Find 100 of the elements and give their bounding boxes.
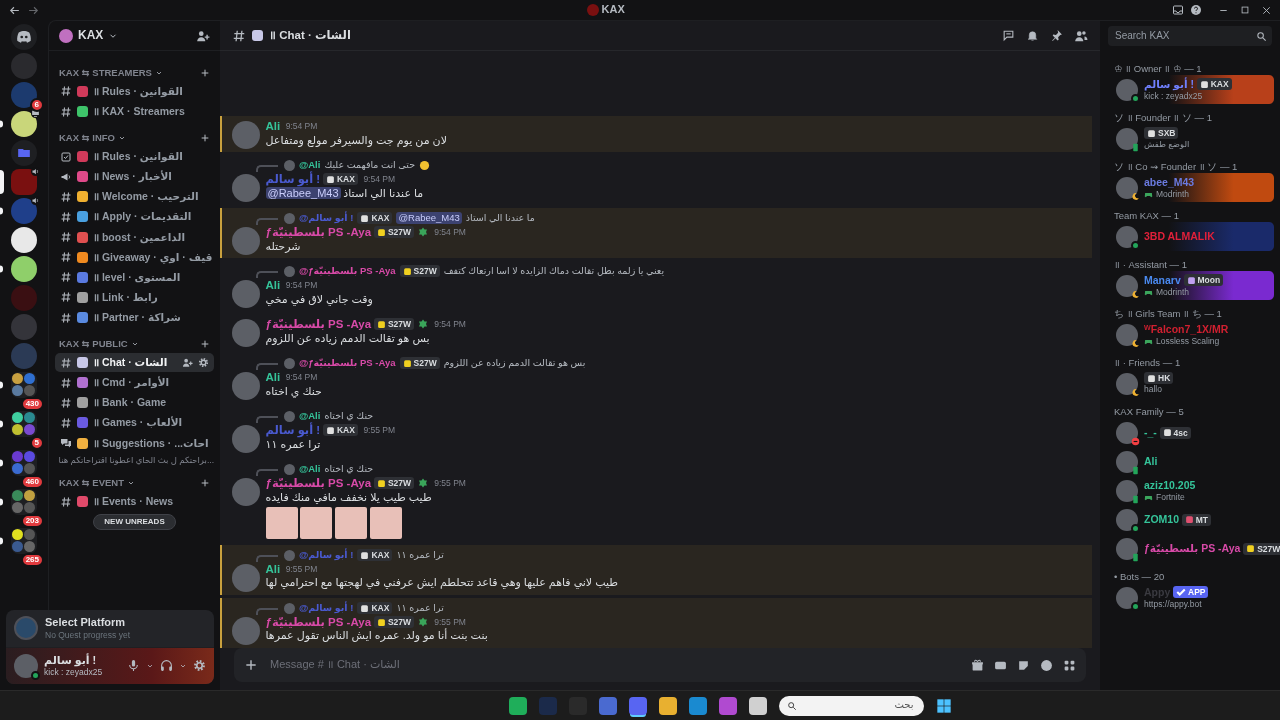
gift-icon[interactable] — [971, 658, 984, 672]
author-name[interactable]: ƒبلسطينيّة PS -Aya — [265, 317, 372, 332]
add-channel-icon[interactable] — [200, 339, 210, 350]
author-name[interactable]: ƒبلسطينيّة PS -Aya — [265, 225, 372, 240]
settings-icon[interactable] — [198, 357, 209, 369]
author-name[interactable]: ƒبلسطينيّة PS -Aya — [265, 615, 372, 630]
message-text: وقت جاني لاق في مخي — [265, 292, 374, 307]
category-name[interactable]: KAX ⇆ EVENT — [59, 477, 124, 490]
server-icon[interactable] — [12, 424, 23, 435]
channel-item[interactable]: ॥ Link · رابط — [55, 287, 214, 307]
message-composer[interactable]: Message # ॥ Chat · الشات — [234, 648, 1086, 682]
message-text: شرحتله — [265, 239, 302, 254]
category-name[interactable]: KAX ⇆ INFO — [59, 132, 115, 144]
taskbar-app-icon[interactable] — [748, 696, 767, 715]
settings-icon[interactable] — [193, 659, 206, 673]
server-icon[interactable] — [11, 227, 37, 253]
server-icon[interactable] — [12, 412, 23, 423]
taskbar-app-icon[interactable] — [508, 696, 527, 715]
reply-connector — [256, 468, 278, 476]
channel-item[interactable]: ॥ Rules · القوانين — [55, 147, 214, 167]
channel-item[interactable]: ॥ News · الأخبار — [55, 167, 214, 187]
taskbar-app-icon[interactable] — [658, 696, 677, 715]
server-icon[interactable] — [24, 490, 35, 501]
close-icon[interactable] — [1261, 4, 1272, 16]
invite-member-icon[interactable] — [182, 357, 193, 369]
channel-item[interactable]: ॥ Partner · شراكة — [55, 308, 214, 328]
channel-item[interactable]: ॥ Games · الألعاب — [55, 413, 214, 433]
server-name[interactable]: KAX — [78, 28, 104, 43]
reply-author[interactable]: @ƒبلسطينيّة PS -Aya — [299, 265, 396, 278]
photo-placeholder[interactable] — [300, 507, 333, 539]
home-button[interactable] — [11, 24, 37, 50]
add-channel-icon[interactable] — [200, 133, 210, 144]
message-input[interactable]: Message # ॥ Chat · الشات — [268, 657, 961, 673]
category-name[interactable]: KAX ⇆ PUBLIC — [59, 338, 128, 350]
channel-item[interactable]: ॥ level · المستوى — [55, 267, 214, 287]
members-icon[interactable] — [1074, 28, 1088, 43]
server-folder[interactable] — [11, 489, 37, 515]
headphones-icon[interactable] — [160, 659, 173, 673]
server-icon — [59, 28, 73, 43]
reply-author[interactable]: @Ali — [299, 159, 321, 172]
channel-item[interactable]: ॥ Bank · Game — [55, 393, 214, 413]
quest-title[interactable]: Select Platform — [45, 616, 131, 630]
bell-icon[interactable] — [1026, 28, 1039, 42]
reply-author[interactable]: @Ali — [299, 463, 321, 476]
server-folder[interactable] — [11, 528, 37, 554]
threads-icon[interactable] — [1002, 28, 1015, 42]
sticker-icon[interactable] — [1017, 658, 1030, 672]
quest-subtitle: No Quest progress yet — [45, 630, 131, 641]
member-name: abee_M43 — [1144, 175, 1195, 189]
reply-author[interactable]: @Ali — [299, 410, 321, 423]
author-name[interactable]: Ali — [265, 370, 281, 385]
message-text: طيب لاني فاهم عليها وهي قاعد تتحلطم ايش عرفني في لهجتها مع احترامي لها — [265, 576, 620, 591]
pin-icon[interactable] — [1050, 28, 1063, 42]
channel-item[interactable]: ॥ Chat · الشات — [55, 353, 214, 373]
help-icon[interactable] — [1189, 4, 1202, 16]
server-folder[interactable] — [11, 372, 37, 398]
thread-link[interactable]: ...براحتكم ل بث الحاي اعطونا اقتراحاتكم هنا — [55, 453, 214, 467]
channel-item[interactable]: ॥ Giveaway · قيف · اوي — [55, 247, 214, 267]
server-icon[interactable] — [12, 373, 23, 384]
channel-item[interactable]: ॥ Events · News — [55, 492, 214, 512]
channel-item[interactable]: ॥ KAX · Streamers — [55, 102, 214, 122]
channel-item[interactable]: ॥ Suggestions · ...احات — [55, 433, 214, 453]
taskbar-app-icon[interactable] — [688, 696, 707, 715]
microphone-icon[interactable] — [127, 659, 140, 673]
invite-member-icon[interactable] — [196, 28, 210, 43]
author-name[interactable]: ƒبلسطينيّة PS -Aya — [265, 476, 372, 491]
attach-plus-icon[interactable] — [244, 658, 258, 672]
window-title: KAX — [601, 3, 625, 17]
photo-placeholder[interactable] — [265, 507, 298, 539]
start-icon[interactable] — [935, 697, 952, 714]
new-unreads-button[interactable]: NEW UNREADS — [93, 514, 176, 531]
search-input[interactable]: Search KAX — [1113, 28, 1256, 44]
category-name[interactable]: KAX ⇆ STREAMERS — [59, 67, 152, 79]
channel-item[interactable]: ॥ Apply · التقديمات — [55, 207, 214, 227]
author-name[interactable]: Ali — [265, 278, 281, 293]
add-channel-icon[interactable] — [200, 67, 210, 78]
add-channel-icon[interactable] — [200, 478, 210, 489]
photo-placeholder[interactable] — [369, 507, 402, 539]
server-folder[interactable] — [11, 411, 37, 437]
apps-icon[interactable] — [1063, 658, 1076, 672]
author-name[interactable]: Ali — [265, 562, 281, 577]
user-mention[interactable]: @Rabee_M43 — [396, 212, 462, 225]
server-icon[interactable] — [11, 256, 37, 282]
channel-item[interactable]: ॥ Cmd · الأوامر — [55, 373, 214, 393]
channel-item[interactable]: ॥ Welcome · الترحيب — [55, 187, 214, 207]
member-group-title: ち ॥ Girls Team ॥ ち — 1 — [1113, 307, 1223, 320]
hash-icon — [60, 291, 72, 304]
maximize-icon[interactable] — [1240, 4, 1250, 15]
channel-item[interactable]: ॥ Rules · القوانين — [55, 81, 214, 101]
taskbar-search-field[interactable]: بحث — [778, 695, 924, 716]
inbox-icon[interactable] — [1172, 4, 1184, 16]
channel-item[interactable]: ॥ boost · الداعمين — [55, 227, 214, 247]
author-name[interactable]: Ali — [265, 119, 281, 134]
search-input[interactable]: بحث — [796, 698, 916, 713]
server-icon[interactable] — [11, 111, 37, 137]
server-icon[interactable] — [12, 529, 23, 540]
avatar — [284, 602, 295, 614]
user-mention[interactable]: @Rabee_M43 — [265, 186, 341, 199]
reply-author[interactable]: @ƒبلسطينيّة PS -Aya — [299, 357, 396, 370]
search-field[interactable]: Search KAX — [1108, 26, 1272, 46]
